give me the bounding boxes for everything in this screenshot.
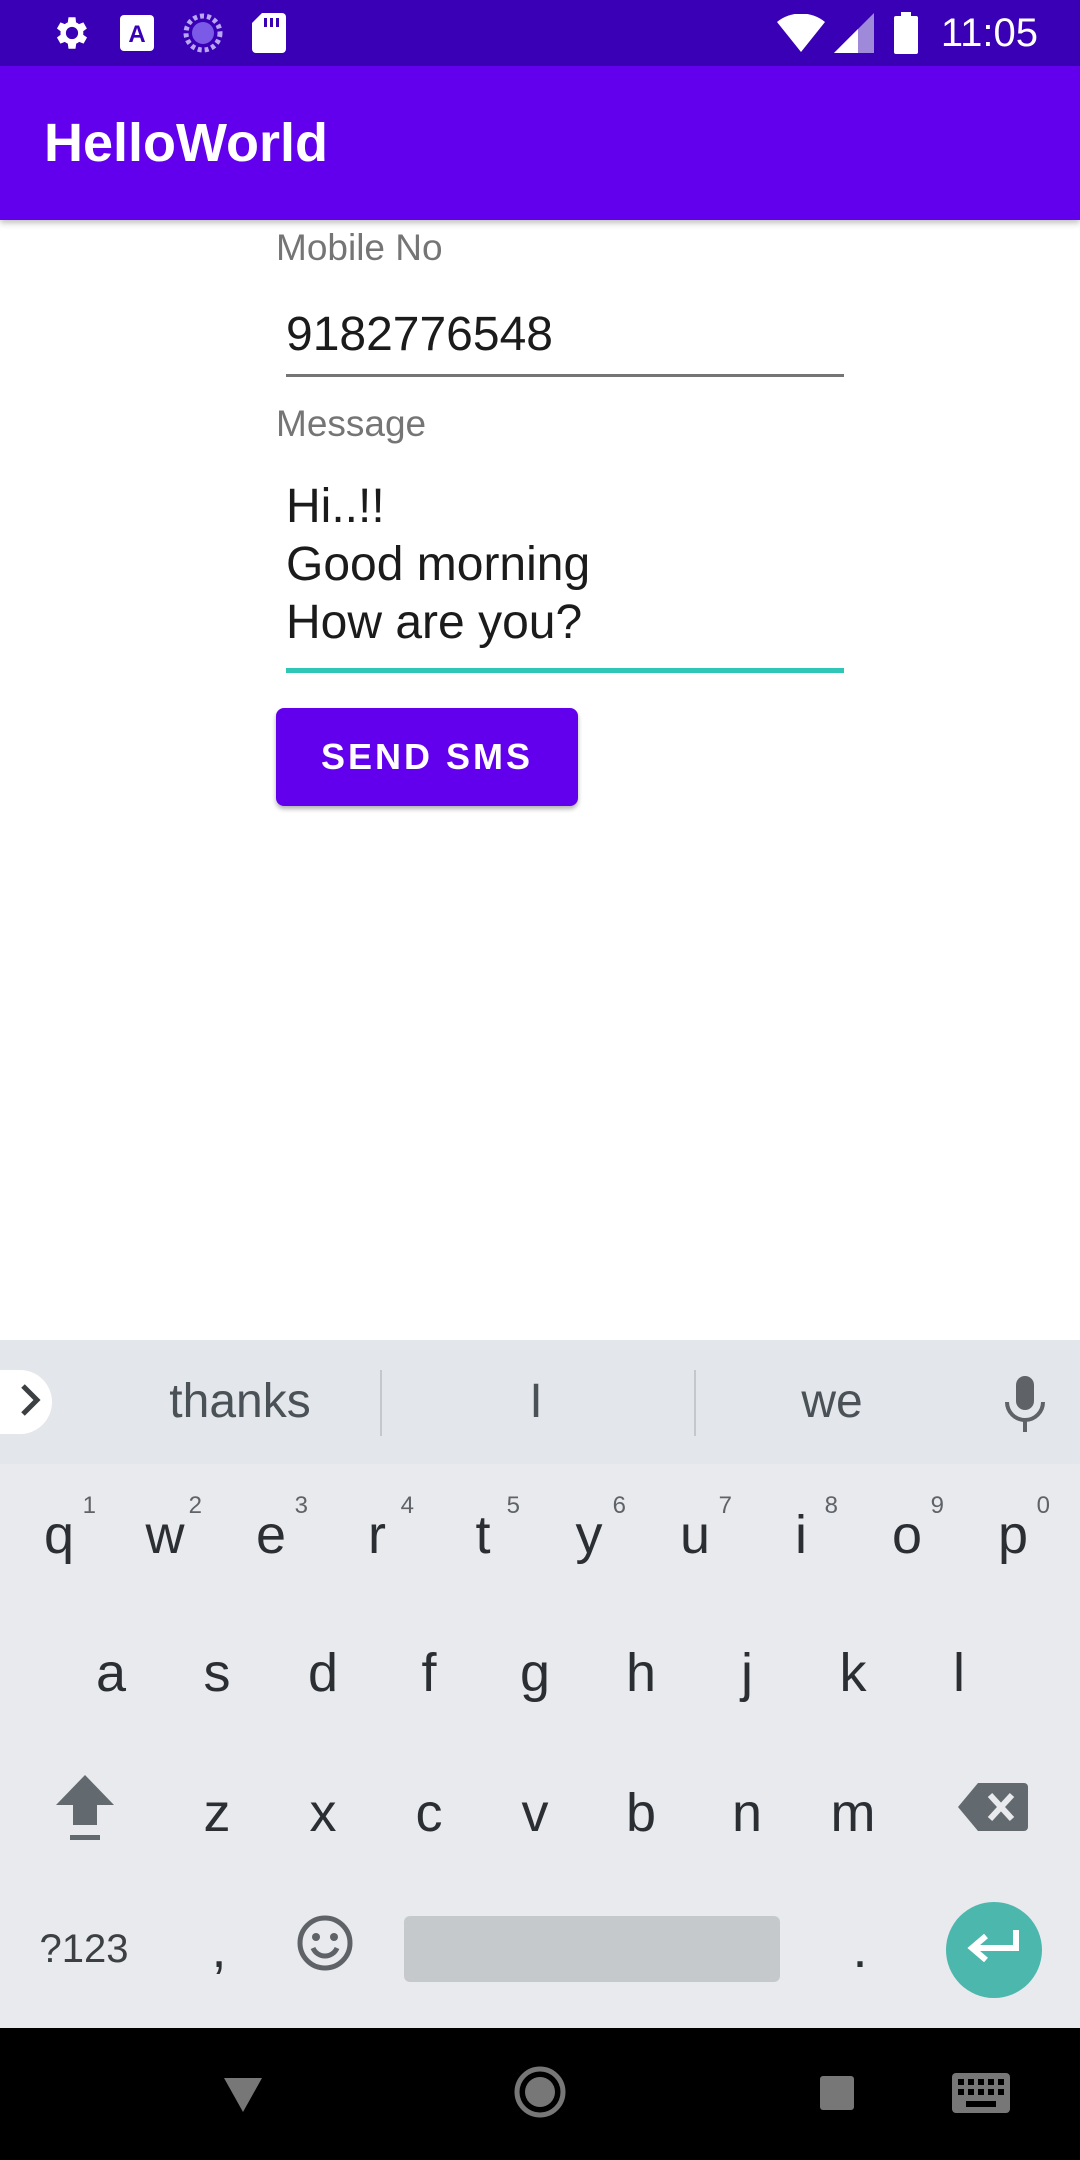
comma-key[interactable]: , [174, 1894, 264, 2004]
key-label: e [255, 1505, 287, 1565]
key-label: o [891, 1505, 923, 1565]
status-time: 11:05 [940, 11, 1038, 55]
symbols-key[interactable]: ?123 [24, 1894, 144, 2004]
key-hint: 6 [612, 1492, 626, 1519]
key-i[interactable]: i8 [756, 1480, 846, 1590]
suggestion-bar: thanks I we [0, 1340, 1080, 1464]
key-v[interactable]: v [490, 1758, 580, 1868]
key-a[interactable]: a [66, 1618, 156, 1728]
key-label: i [795, 1505, 807, 1565]
microphone-icon[interactable] [1003, 1376, 1047, 1437]
key-n[interactable]: n [702, 1758, 792, 1868]
key-s[interactable]: s [172, 1618, 262, 1728]
keyboard-switch-button[interactable] [950, 2072, 1012, 2118]
key-w[interactable]: w2 [120, 1480, 210, 1590]
suggestion-1[interactable]: thanks [140, 1374, 340, 1430]
app-title: HelloWorld [44, 113, 329, 173]
svg-text:A: A [128, 21, 145, 48]
key-j[interactable]: j [702, 1618, 792, 1728]
key-hint: 9 [930, 1492, 944, 1519]
space-key[interactable] [404, 1916, 780, 1982]
key-label: q [43, 1505, 75, 1565]
key-f[interactable]: f [384, 1618, 474, 1728]
home-circle-icon [514, 2066, 566, 2123]
key-hint: 3 [294, 1492, 308, 1519]
suggestion-divider [380, 1370, 382, 1436]
app-bar: HelloWorld [0, 66, 1080, 220]
key-p[interactable]: p0 [968, 1480, 1058, 1590]
shift-icon [52, 1771, 118, 1856]
signal-icon [832, 12, 876, 54]
key-label: p [997, 1505, 1029, 1565]
send-sms-button[interactable]: SEND SMS [276, 708, 578, 806]
mobile-field[interactable]: 9182776548 [286, 300, 844, 377]
key-x[interactable]: x [278, 1758, 368, 1868]
key-q[interactable]: q1 [14, 1480, 104, 1590]
key-e[interactable]: e3 [226, 1480, 316, 1590]
key-d[interactable]: d [278, 1618, 368, 1728]
emoji-icon [297, 1915, 353, 1984]
key-label: t [475, 1505, 491, 1565]
key-o[interactable]: o9 [862, 1480, 952, 1590]
shift-key[interactable] [40, 1758, 130, 1868]
battery-icon [892, 12, 920, 54]
key-hint: 2 [188, 1492, 202, 1519]
key-g[interactable]: g [490, 1618, 580, 1728]
recents-square-icon [818, 2074, 856, 2117]
wifi-icon [776, 12, 826, 54]
key-c[interactable]: c [384, 1758, 474, 1868]
mobile-label: Mobile No [276, 227, 443, 268]
settings-icon [50, 12, 94, 54]
key-hint: 5 [506, 1492, 520, 1519]
period-key[interactable]: . [815, 1894, 905, 2004]
key-t[interactable]: t5 [438, 1480, 528, 1590]
message-field[interactable]: Hi..!! Good morning How are you? [286, 478, 844, 673]
backspace-icon [958, 1781, 1028, 1846]
emoji-key[interactable] [280, 1894, 370, 2004]
back-button[interactable] [216, 2070, 270, 2124]
back-triangle-icon [222, 2076, 264, 2119]
status-bar: A 11:05 [0, 0, 1080, 66]
expand-suggestions-button[interactable] [0, 1370, 52, 1434]
font-a-icon: A [118, 12, 156, 54]
key-hint: 0 [1036, 1492, 1050, 1519]
key-b[interactable]: b [596, 1758, 686, 1868]
key-z[interactable]: z [172, 1758, 262, 1868]
key-h[interactable]: h [596, 1618, 686, 1728]
message-label: Message [276, 403, 427, 444]
key-k[interactable]: k [808, 1618, 898, 1728]
key-l[interactable]: l [914, 1618, 1004, 1728]
chevron-right-icon [18, 1383, 44, 1422]
key-hint: 4 [400, 1492, 414, 1519]
navigation-bar [0, 2028, 1080, 2160]
enter-key[interactable] [946, 1902, 1042, 1998]
key-y[interactable]: y6 [544, 1480, 634, 1590]
key-m[interactable]: m [808, 1758, 898, 1868]
key-r[interactable]: r4 [332, 1480, 422, 1590]
keyboard-icon [952, 2072, 1010, 2118]
loading-icon [182, 12, 224, 54]
backspace-key[interactable] [948, 1758, 1038, 1868]
suggestion-divider [694, 1370, 696, 1436]
key-label: r [368, 1505, 386, 1565]
sd-card-icon [250, 12, 288, 54]
key-label: u [679, 1505, 711, 1565]
key-u[interactable]: u7 [650, 1480, 740, 1590]
key-label: y [575, 1505, 603, 1565]
enter-icon [966, 1928, 1022, 1973]
recents-button[interactable] [814, 2072, 860, 2118]
key-label: w [145, 1505, 185, 1565]
key-hint: 1 [82, 1492, 96, 1519]
suggestion-3[interactable]: we [732, 1374, 932, 1430]
key-hint: 8 [824, 1492, 838, 1519]
key-hint: 7 [718, 1492, 732, 1519]
suggestion-2[interactable]: I [436, 1374, 636, 1430]
home-button[interactable] [512, 2066, 568, 2122]
